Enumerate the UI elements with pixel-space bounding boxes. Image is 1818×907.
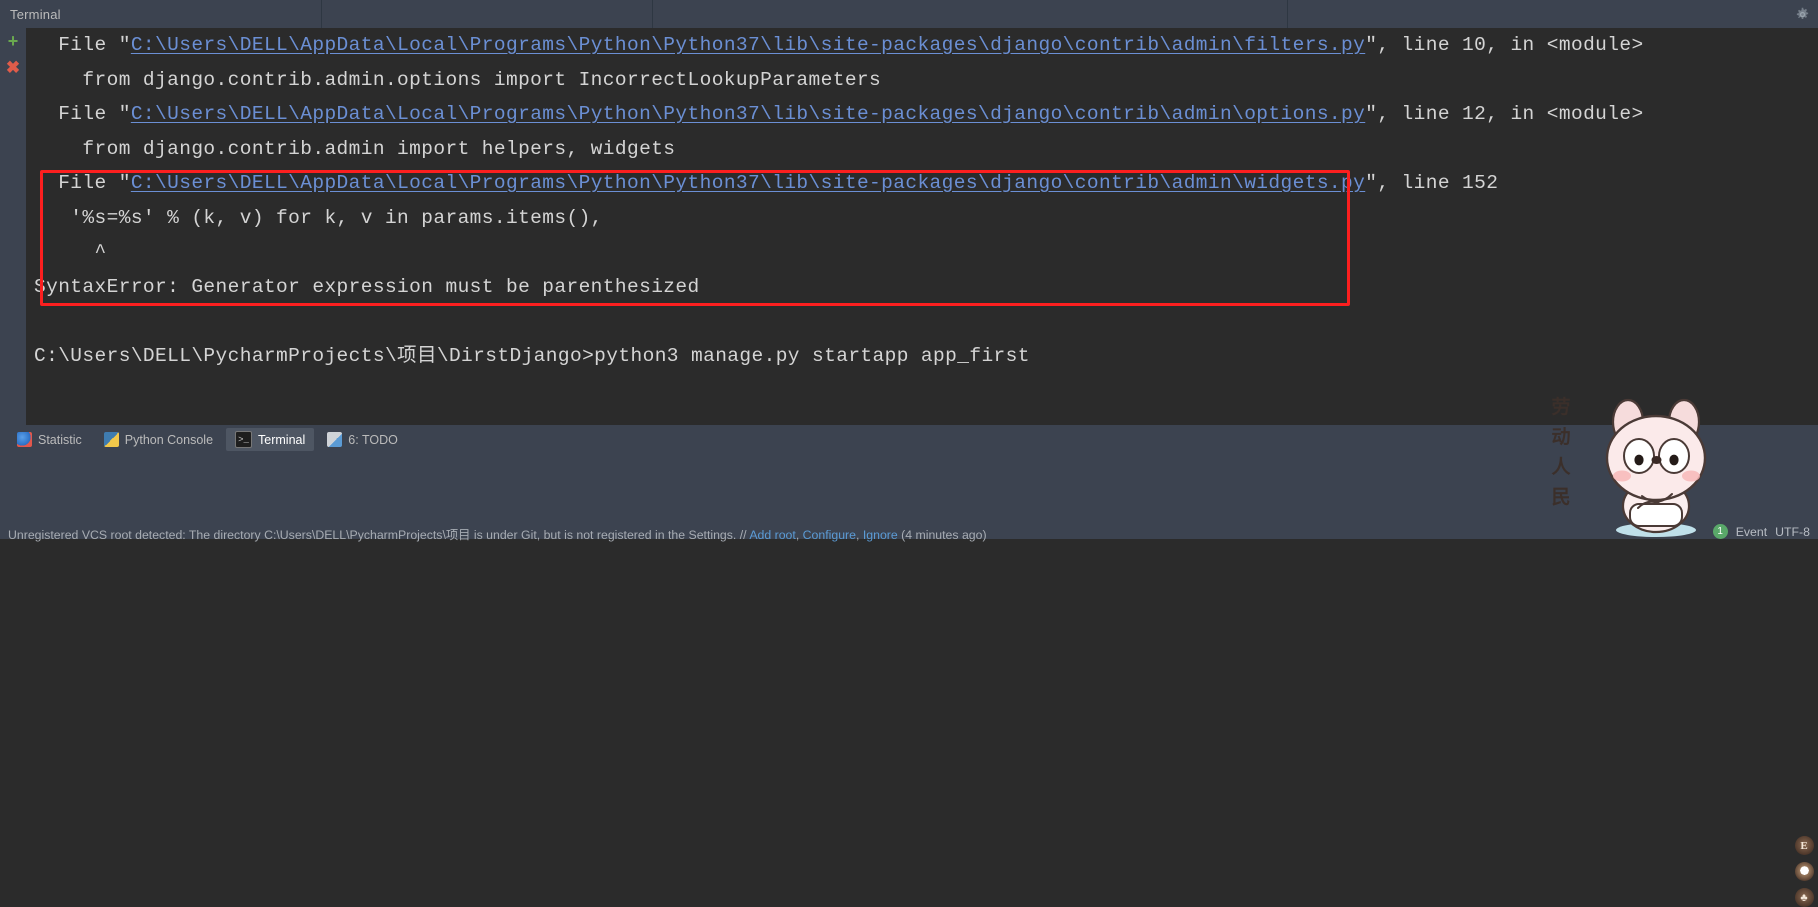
tab-terminal-label: Terminal [10,6,61,22]
terminal-text: from django.contrib.admin.options import… [34,68,882,91]
tool-window-label: 6: TODO [348,432,398,447]
status-sep-2: , [856,528,863,542]
status-message-prefix: Unregistered VCS root detected: The dire… [8,528,750,542]
terminal-text: File ʺ [34,172,131,194]
terminal-text: '%s=%s' % (k, v) for k, v in params.item… [34,206,603,229]
python-console-icon [103,432,119,447]
terminal-line-trace-code-1: from django.contrib.admin.options import… [26,63,1818,98]
terminal-line-trace-code-2: from django.contrib.admin import helpers… [26,132,1818,167]
terminal-text: C:\Users\DELL\PycharmProjects\项目\DirstDj… [34,344,1030,367]
settings-gear-icon[interactable] [1792,4,1812,24]
terminal-file-path-link[interactable]: C:\Users\DELL\AppData\Local\Programs\Pyt… [131,172,1365,194]
terminal-text: ^ [34,241,107,263]
terminal-line-error-line: SyntaxError: Generator expression must b… [26,270,1818,305]
tool-window-python-console[interactable]: Python Console [95,428,222,451]
terminal-text: ʺ, line 152 [1365,172,1499,194]
terminal-line-trace-caret: ^ [26,235,1818,270]
e-badge-icon[interactable]: E [1794,836,1814,855]
terminal-text: from django.contrib.admin import helpers… [34,137,676,160]
plus-icon: + [7,31,19,51]
event-count-badge: 1 [1712,524,1728,539]
tab-terminal[interactable]: Terminal [0,0,322,28]
terminal-text: ʺ, line 10, in <module> [1365,34,1644,56]
terminal-line-trace-code-3: '%s=%s' % (k, v) for k, v in params.item… [26,201,1818,236]
status-message: Unregistered VCS root detected: The dire… [8,525,987,543]
tool-window-statistic[interactable]: Statistic [8,428,91,451]
status-bar-right: 1 Event UTF-8 [1712,524,1810,539]
terminal-text: File ʺ [34,34,131,56]
terminal-line-blank-1 [26,304,1818,339]
tool-window-bar: Statistic Python Console >_ Terminal 6: TODO [0,425,1818,454]
paw-badge-icon[interactable]: ♣ [1794,888,1814,907]
event-log-label[interactable]: Event [1736,525,1767,539]
tool-window-terminal[interactable]: >_ Terminal [226,428,315,451]
tab-strip-spacer-a [322,0,653,28]
close-terminal-session-button[interactable]: ✖ [0,54,26,80]
add-root-link[interactable]: Add root [749,528,796,542]
statistic-icon [17,432,32,447]
tool-window-6-todo[interactable]: 6: TODO [318,428,407,451]
tab-strip-spacer-b [653,0,1288,28]
close-icon: ✖ [5,57,21,77]
terminal-text: ʺ, line 12, in <module> [1365,103,1644,125]
terminal-tab-strip: Terminal [0,0,1818,28]
tab-strip-spacer-c [1288,0,1818,28]
terminal-file-path-link[interactable]: C:\Users\DELL\AppData\Local\Programs\Pyt… [131,103,1365,125]
terminal-line-trace-file-1: File ʺC:\Users\DELL\AppData\Local\Progra… [26,28,1818,63]
terminal-text: SyntaxError: Generator expression must b… [34,275,700,298]
encoding-label[interactable]: UTF-8 [1775,525,1810,539]
right-icon-strip: E ♣ [1792,836,1816,907]
tool-window-label: Statistic [38,432,82,447]
terminal-line-trace-file-3: File ʺC:\Users\DELL\AppData\Local\Progra… [26,166,1818,201]
terminal-text: File ʺ [34,103,131,125]
terminal-line-trace-file-2: File ʺC:\Users\DELL\AppData\Local\Progra… [26,97,1818,132]
terminal-output-area[interactable]: File ʺC:\Users\DELL\AppData\Local\Progra… [26,28,1818,425]
terminal-line-prompt-line: C:\Users\DELL\PycharmProjects\项目\DirstDj… [26,339,1818,374]
tool-window-label: Terminal [258,432,306,447]
dot-badge-icon[interactable] [1794,862,1814,881]
status-message-suffix: (4 minutes ago) [897,528,987,542]
tool-window-label: Python Console [124,432,214,447]
status-sep-1: , [795,528,803,542]
todo-icon [327,432,343,447]
ignore-link[interactable]: Ignore [863,528,898,542]
new-terminal-session-button[interactable]: + [0,28,26,54]
configure-link[interactable]: Configure [803,528,856,542]
terminal-file-path-link[interactable]: C:\Users\DELL\AppData\Local\Programs\Pyt… [131,34,1365,56]
terminal-icon: >_ [235,431,253,448]
status-bar: E ♣ 劳动人民 Unregistered VCS root detected: … [0,396,1818,907]
